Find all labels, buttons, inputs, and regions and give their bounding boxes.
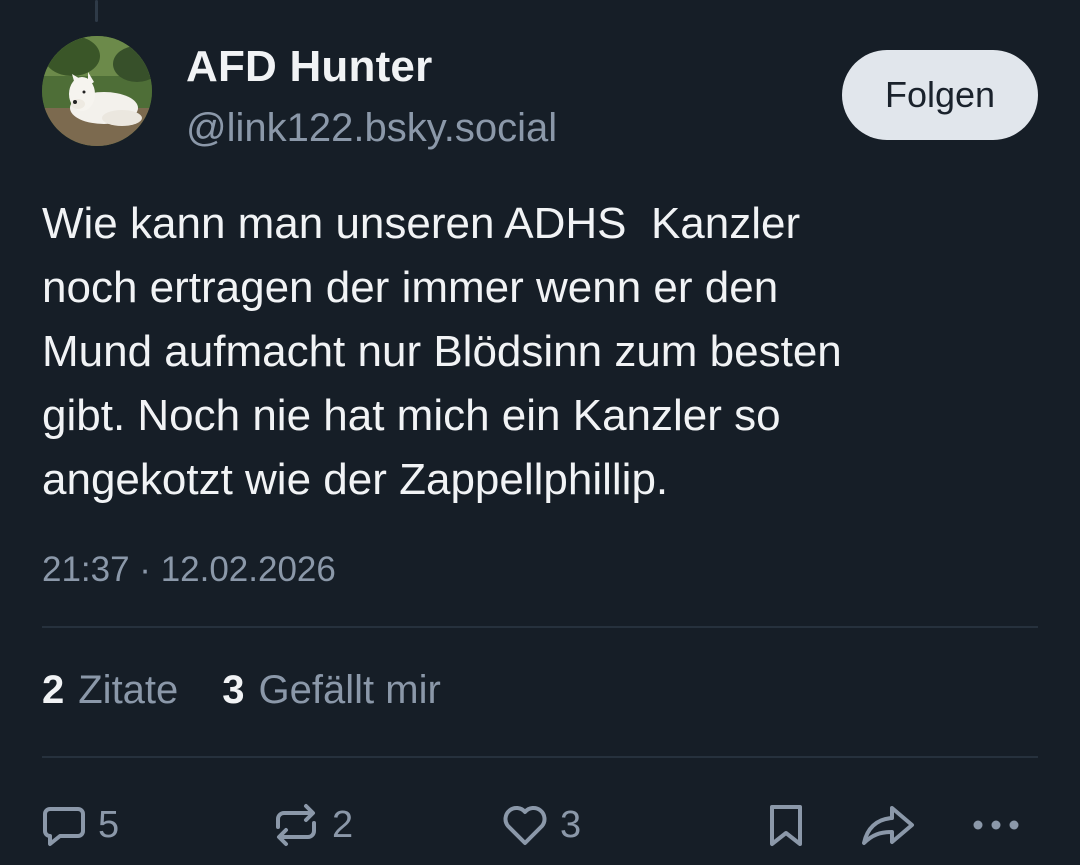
like-button[interactable]: 3 [500, 790, 581, 860]
likes-count: 3 [222, 668, 245, 712]
likes-label: Gefällt mir [258, 668, 441, 712]
more-button[interactable] [968, 790, 1024, 860]
repost-icon [276, 804, 316, 846]
avatar[interactable] [42, 36, 152, 146]
author-name[interactable]: AFD Hunter [186, 42, 432, 92]
post-text: Wie kann man unseren ADHS Kanzler noch e… [42, 199, 842, 504]
share-icon [862, 806, 914, 845]
white-dog-avatar-icon [42, 36, 152, 146]
repost-count: 2 [332, 803, 354, 846]
thread-connector-line [95, 0, 98, 22]
share-button[interactable] [860, 790, 916, 860]
repost-button[interactable]: 2 [270, 790, 353, 860]
divider [42, 756, 1038, 758]
post-timestamp: 21:37 · 12.02.2026 [42, 550, 336, 589]
reply-button[interactable]: 5 [40, 790, 119, 860]
bookmark-button[interactable] [764, 790, 808, 860]
heart-icon [503, 806, 547, 845]
quotes-count: 2 [42, 668, 65, 712]
reply-icon [43, 807, 85, 846]
follow-button[interactable]: Folgen [842, 50, 1038, 140]
likes-stat[interactable]: 3 Gefällt mir [222, 668, 441, 713]
post-stats: 2 Zitate 3 Gefällt mir [42, 668, 485, 713]
more-icon [973, 820, 1019, 830]
quotes-stat[interactable]: 2 Zitate [42, 668, 178, 713]
like-count: 3 [560, 803, 582, 846]
quotes-label: Zitate [78, 668, 179, 712]
reply-count: 5 [98, 803, 120, 846]
author-handle[interactable]: @link122.bsky.social [186, 106, 557, 151]
action-bar: 5 2 3 [0, 790, 1080, 860]
divider [42, 626, 1038, 628]
post-page: AFD Hunter @link122.bsky.social Folgen W… [0, 0, 1080, 865]
bookmark-icon [770, 805, 802, 846]
post-header: AFD Hunter @link122.bsky.social Folgen [42, 34, 1038, 154]
